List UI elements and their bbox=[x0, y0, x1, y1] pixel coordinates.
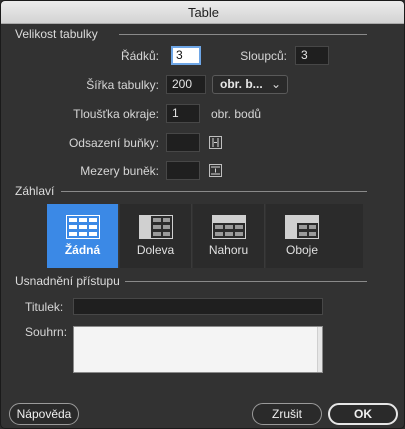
section-divider bbox=[125, 281, 367, 282]
padding-input[interactable] bbox=[166, 133, 200, 152]
header-both-button[interactable]: Oboje bbox=[266, 204, 363, 268]
border-label: Tloušťka okraje: bbox=[73, 107, 159, 121]
width-unit-select[interactable]: obr. b... ⌄ bbox=[212, 75, 288, 94]
cell-padding-icon[interactable] bbox=[209, 136, 222, 149]
table-no-header-icon bbox=[66, 215, 100, 239]
ok-button[interactable]: OK bbox=[328, 403, 398, 425]
padding-label: Odsazení buňky: bbox=[68, 136, 159, 150]
width-unit-value: obr. b... bbox=[220, 77, 263, 91]
header-none-label: Žádná bbox=[64, 243, 101, 257]
cell-spacing-icon[interactable] bbox=[209, 164, 222, 177]
spacing-input[interactable] bbox=[166, 161, 200, 180]
summary-scrollbar[interactable] bbox=[317, 327, 322, 372]
header-top-label: Nahoru bbox=[208, 243, 249, 257]
table-size-section-label: Velikost tabulky bbox=[15, 27, 98, 41]
cols-input[interactable]: 3 bbox=[295, 46, 329, 65]
cancel-button[interactable]: Zrušit bbox=[252, 403, 322, 425]
border-input[interactable]: 1 bbox=[166, 104, 200, 123]
table-left-header-icon bbox=[139, 215, 173, 239]
title-bar[interactable]: Table bbox=[1, 1, 404, 24]
header-section-label: Záhlaví bbox=[15, 184, 55, 198]
header-left-label: Doleva bbox=[136, 243, 175, 257]
caption-label: Titulek: bbox=[25, 300, 64, 314]
header-left-button[interactable]: Doleva bbox=[120, 204, 192, 268]
window-title: Table bbox=[187, 5, 220, 20]
header-none-button[interactable]: Žádná bbox=[47, 204, 119, 268]
table-both-header-icon bbox=[285, 215, 319, 239]
border-unit: obr. bodů bbox=[211, 107, 262, 121]
summary-textarea[interactable] bbox=[73, 326, 323, 373]
cols-label: Sloupců: bbox=[240, 49, 287, 63]
caption-input[interactable] bbox=[73, 298, 323, 315]
table-top-header-icon bbox=[212, 215, 246, 239]
header-top-button[interactable]: Nahoru bbox=[193, 204, 265, 268]
width-label: Šířka tabulky: bbox=[86, 78, 159, 92]
summary-label: Souhrn: bbox=[25, 325, 68, 339]
rows-input[interactable]: 3 bbox=[171, 46, 201, 65]
chevron-down-icon: ⌄ bbox=[270, 77, 281, 91]
spacing-label: Mezery buněk: bbox=[80, 164, 159, 178]
rows-label: Řádků: bbox=[120, 49, 159, 63]
header-style-group: Žádná Doleva Nahoru Oboje bbox=[47, 204, 363, 268]
width-input[interactable]: 200 bbox=[166, 75, 206, 94]
header-both-label: Oboje bbox=[285, 243, 319, 257]
section-divider bbox=[119, 34, 367, 35]
table-dialog: Table Velikost tabulky Řádků: 3 Sloupců:… bbox=[0, 0, 405, 429]
accessibility-section-label: Usnadnění přístupu bbox=[15, 274, 120, 288]
help-button[interactable]: Nápověda bbox=[9, 403, 79, 425]
section-divider bbox=[61, 191, 367, 192]
